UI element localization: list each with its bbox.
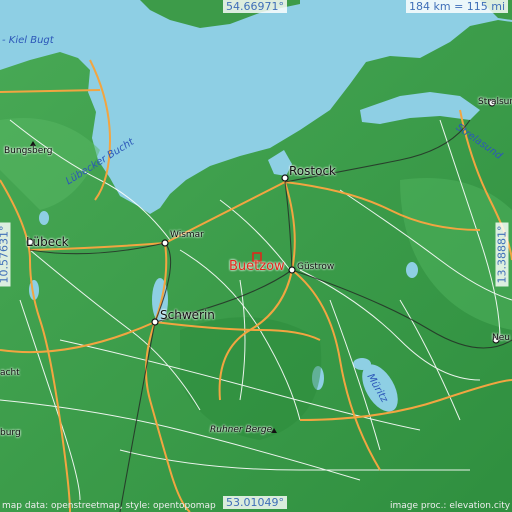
target-label[interactable]: Buetzow bbox=[229, 259, 285, 274]
credit-map-data: map data: openstreetmap, style: opentopo… bbox=[2, 501, 216, 511]
label-luebeck[interactable]: Lübeck bbox=[26, 235, 69, 249]
label-guestrow[interactable]: Güstrow bbox=[297, 262, 334, 272]
label-ruhner-berge[interactable]: Ruhner Berge bbox=[210, 425, 272, 435]
label-kiel-bugt: - Kiel Bugt bbox=[2, 35, 54, 46]
marker-guestrow bbox=[288, 266, 296, 274]
coord-east: 13.38881° bbox=[495, 222, 509, 287]
coord-north: 54.66971° bbox=[223, 0, 287, 13]
label-wismar[interactable]: Wismar bbox=[170, 230, 204, 240]
label-stralsund[interactable]: Stralsund bbox=[478, 97, 512, 107]
label-bungsberg[interactable]: Bungsberg bbox=[4, 146, 53, 156]
map-view[interactable]: - Kiel Bugt Lübecker Bucht Strelasund Mü… bbox=[0, 0, 512, 512]
map-canvas bbox=[0, 0, 512, 512]
trave-estuary bbox=[39, 211, 49, 225]
lake-kolpin bbox=[353, 358, 371, 370]
marker-wismar bbox=[161, 239, 169, 247]
label-rostock[interactable]: Rostock bbox=[289, 164, 336, 178]
marker-schwerin bbox=[151, 318, 159, 326]
coord-south: 53.01049° bbox=[223, 496, 287, 509]
marker-rostock bbox=[281, 174, 289, 182]
credit-image-proc: image proc.: elevation.city bbox=[390, 501, 511, 511]
label-schwerin[interactable]: Schwerin bbox=[160, 308, 215, 322]
label-burg[interactable]: burg bbox=[0, 428, 21, 438]
coord-west: 10.57631° bbox=[0, 222, 11, 287]
label-neu[interactable]: Neu bbox=[492, 333, 510, 343]
scale-bar: 184 km = 115 mi bbox=[406, 0, 509, 13]
label-acht[interactable]: acht bbox=[0, 368, 20, 378]
lake-malchin bbox=[406, 262, 418, 278]
